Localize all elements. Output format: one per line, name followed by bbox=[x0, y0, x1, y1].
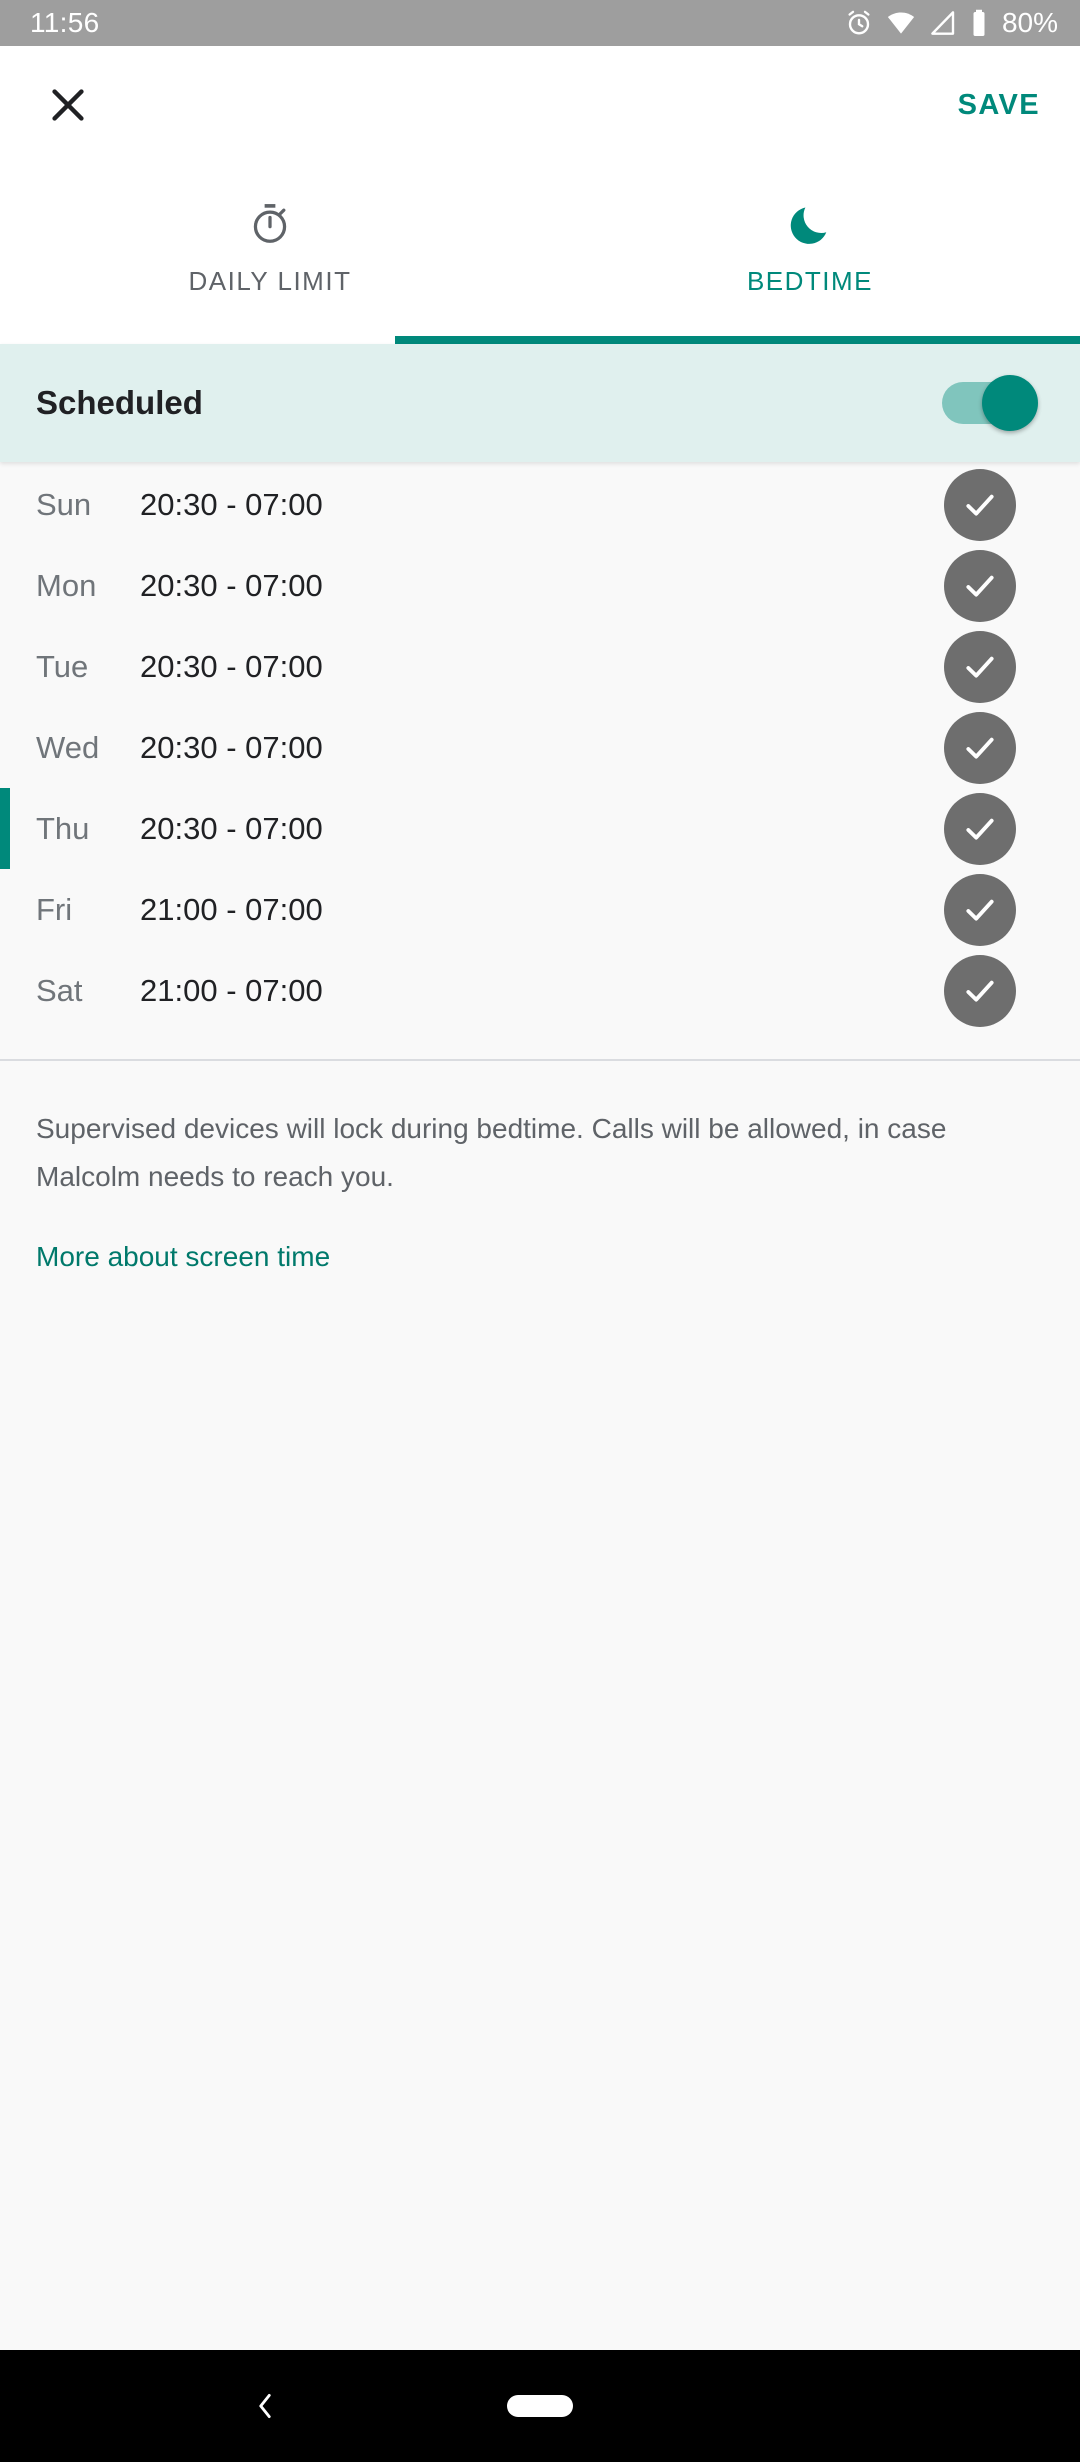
table-row[interactable]: Tue 20:30 - 07:00 bbox=[0, 626, 1080, 707]
table-row[interactable]: Sun 20:30 - 07:00 bbox=[0, 464, 1080, 545]
time-range-label[interactable]: 21:00 - 07:00 bbox=[140, 892, 944, 928]
schedule-list: Sun 20:30 - 07:00 Mon 20:30 - 07:00 Tue … bbox=[0, 462, 1080, 1031]
check-icon[interactable] bbox=[944, 711, 1016, 784]
footer-description: Supervised devices will lock during bedt… bbox=[36, 1113, 947, 1192]
row-focus-indicator bbox=[0, 950, 10, 1031]
table-row[interactable]: Wed 20:30 - 07:00 bbox=[0, 707, 1080, 788]
check-icon[interactable] bbox=[944, 549, 1016, 622]
tab-bedtime[interactable]: BEDTIME bbox=[540, 164, 1080, 344]
row-focus-indicator bbox=[0, 545, 10, 626]
alarm-icon bbox=[844, 8, 874, 38]
tab-daily-limit[interactable]: DAILY LIMIT bbox=[0, 164, 540, 344]
battery-icon bbox=[970, 8, 988, 38]
row-focus-indicator bbox=[0, 464, 10, 545]
back-icon[interactable] bbox=[235, 2376, 295, 2436]
signal-icon bbox=[928, 8, 958, 38]
table-row[interactable]: Sat 21:00 - 07:00 bbox=[0, 950, 1080, 1031]
status-bar: 11:56 80% bbox=[0, 0, 1080, 46]
tab-daily-limit-label: DAILY LIMIT bbox=[188, 265, 352, 296]
table-row[interactable]: Mon 20:30 - 07:00 bbox=[0, 545, 1080, 626]
toggle-thumb bbox=[982, 375, 1038, 431]
time-range-label[interactable]: 21:00 - 07:00 bbox=[140, 973, 944, 1009]
row-focus-indicator bbox=[0, 869, 10, 950]
scheduled-label: Scheduled bbox=[36, 384, 203, 421]
day-label: Wed bbox=[36, 729, 100, 765]
status-bar-icons: 80% bbox=[844, 7, 1058, 39]
day-label: Mon bbox=[36, 567, 97, 603]
time-range-label[interactable]: 20:30 - 07:00 bbox=[140, 730, 944, 766]
footer-section: Supervised devices will lock during bedt… bbox=[0, 1061, 1080, 2350]
status-bar-clock: 11:56 bbox=[30, 7, 100, 38]
table-row[interactable]: Fri 21:00 - 07:00 bbox=[0, 869, 1080, 950]
close-icon[interactable] bbox=[36, 73, 100, 137]
time-range-label[interactable]: 20:30 - 07:00 bbox=[140, 568, 944, 604]
time-range-label[interactable]: 20:30 - 07:00 bbox=[140, 649, 944, 685]
app-bar: SAVE bbox=[0, 46, 1080, 164]
scheduled-toggle[interactable] bbox=[942, 375, 1038, 431]
time-range-label[interactable]: 20:30 - 07:00 bbox=[140, 487, 944, 523]
timer-icon bbox=[247, 198, 293, 250]
battery-percent-label: 80% bbox=[1001, 7, 1058, 38]
day-label: Fri bbox=[36, 891, 73, 927]
tab-active-indicator bbox=[395, 336, 1080, 344]
content-area: Sun 20:30 - 07:00 Mon 20:30 - 07:00 Tue … bbox=[0, 462, 1080, 2350]
table-row[interactable]: Thu 20:30 - 07:00 bbox=[0, 788, 1080, 869]
row-focus-indicator bbox=[0, 626, 10, 707]
check-icon[interactable] bbox=[944, 873, 1016, 946]
check-icon[interactable] bbox=[944, 792, 1016, 865]
tab-bar: DAILY LIMIT BEDTIME bbox=[0, 164, 1080, 344]
wifi-icon bbox=[886, 8, 916, 38]
row-focus-indicator bbox=[0, 707, 10, 788]
tab-bedtime-label: BEDTIME bbox=[746, 265, 874, 296]
day-label: Tue bbox=[36, 648, 89, 684]
more-about-screen-time-link[interactable]: More about screen time bbox=[36, 1241, 330, 1273]
check-icon[interactable] bbox=[944, 468, 1016, 541]
check-icon[interactable] bbox=[944, 630, 1016, 703]
home-pill-icon[interactable] bbox=[507, 2395, 573, 2417]
day-label: Thu bbox=[36, 810, 90, 846]
check-icon[interactable] bbox=[944, 954, 1016, 1027]
day-label: Sun bbox=[36, 486, 92, 522]
time-range-label[interactable]: 20:30 - 07:00 bbox=[140, 811, 944, 847]
save-button[interactable]: SAVE bbox=[958, 89, 1040, 122]
system-navigation-bar bbox=[0, 2350, 1080, 2462]
day-label: Sat bbox=[36, 972, 83, 1008]
row-focus-indicator bbox=[0, 788, 10, 869]
scheduled-row[interactable]: Scheduled bbox=[0, 344, 1080, 462]
moon-icon bbox=[787, 198, 833, 250]
